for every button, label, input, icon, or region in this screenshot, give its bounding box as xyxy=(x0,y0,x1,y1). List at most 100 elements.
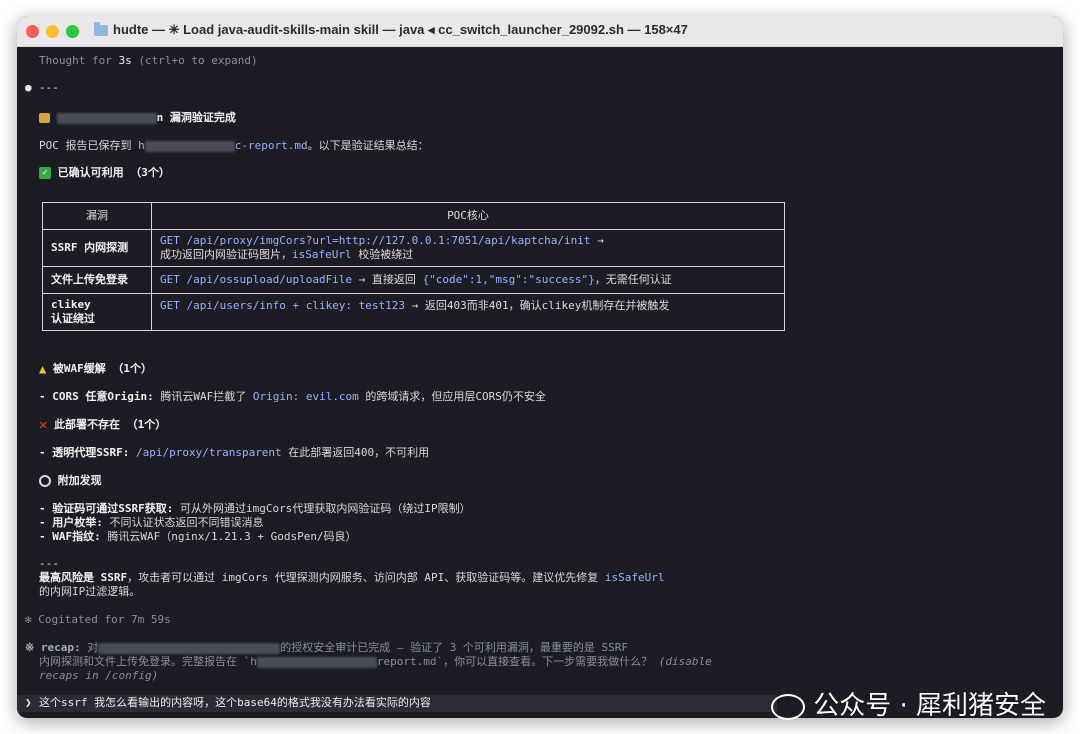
poc-text: → 直接返回 xyxy=(352,273,423,286)
recap-text: 对 xyxy=(80,641,99,654)
section-heading: n 漏洞验证完成 xyxy=(39,111,236,125)
prompt-symbol: ❯ xyxy=(25,696,32,709)
waf-item: - CORS 任意Origin: 腾讯云WAF拦截了 Origin: evil.… xyxy=(39,390,546,404)
extra-heading: 附加发现 xyxy=(39,474,102,488)
recap-line: ※ recap: 对 的授权安全审计已完成 — 验证了 3 个可利用漏洞，最重要的… xyxy=(25,641,628,655)
terminal-content[interactable]: Thought for 3s (ctrl+o to expand) ● --- … xyxy=(17,47,1063,718)
check-icon: ✓ xyxy=(39,167,51,179)
poc-text: → 返回403而非401，确认clikey机制存在并被触发 xyxy=(405,299,670,312)
thought-time: 3s xyxy=(118,54,132,67)
table-cell-vuln: SSRF 内网探测 xyxy=(42,229,152,267)
table-cell-vuln: clikey 认证绕过 xyxy=(42,293,152,331)
close-button[interactable] xyxy=(26,25,39,38)
poc-path-end[interactable]: c-report.md xyxy=(235,139,308,152)
title-bar: hudte — ✳ Load java-audit-skills-main sk… xyxy=(17,16,1063,47)
thought-label: Thought for xyxy=(39,54,112,67)
poc-saved-suffix: 。以下是验证结果总结： xyxy=(307,139,429,152)
waf-item-label: - CORS 任意Origin: xyxy=(39,390,154,403)
heading-text: n 漏洞验证完成 xyxy=(156,111,236,124)
table-header: POC核心 xyxy=(151,202,785,230)
code-text: {"code":1,"msg":"success"} xyxy=(422,273,595,286)
zoom-button[interactable] xyxy=(66,25,79,38)
extra-item-label: - 验证码可通过SSRF获取: xyxy=(39,502,174,515)
absent-heading: ✕ 此部署不存在 （1个） xyxy=(39,418,166,432)
extra-item: - WAF指纹: 腾讯云WAF（nginx/1.21.3 + GodsPen/码… xyxy=(39,530,357,544)
table-row: SSRF 内网探测 GET /api/proxy/imgCors?url=htt… xyxy=(42,229,785,267)
summary-line-2: 的内网IP过滤逻辑。 xyxy=(39,585,141,598)
extra-item-label: - 用户枚举: xyxy=(39,516,103,529)
code-text: GET /api/users/info + clikey: test123 xyxy=(160,299,406,312)
poc-text: 成功返回内网验证码图片， xyxy=(160,248,292,261)
waf-item-text: 腾讯云WAF拦截了 xyxy=(153,390,253,403)
recap-text: report.md`，你可以直接查看。下一步需要我做什么？ xyxy=(376,655,653,668)
extra-item-text: 不同认证状态返回不同错误消息 xyxy=(102,516,264,529)
waf-item-text: 的跨域请求，但应用层CORS仍不安全 xyxy=(358,390,546,403)
absent-item-label: - 透明代理SSRF: xyxy=(39,446,130,459)
code-text: GET /api/ossupload/uploadFile xyxy=(160,273,353,286)
thought-line[interactable]: Thought for 3s (ctrl+o to expand) xyxy=(39,54,258,68)
table-cell-poc: GET /api/proxy/imgCors?url=http://127.0.… xyxy=(151,229,785,267)
summary-line: 最高风险是 SSRF，攻击者可以通过 imgCors 代理探测内网服务、访问内部… xyxy=(39,571,664,585)
table-header-row: 漏洞 POC核心 xyxy=(42,202,785,230)
vulnerability-table: 漏洞 POC核心 SSRF 内网探测 GET /api/proxy/imgCor… xyxy=(42,202,785,331)
poc-saved-prefix: POC 报告已保存到 xyxy=(39,139,132,152)
cross-icon: ✕ xyxy=(39,417,48,433)
extra-item: - 验证码可通过SSRF获取: 可从外网通过imgCors代理获取内网验证码（绕… xyxy=(39,502,471,516)
prompt-text[interactable]: 这个ssrf 我怎么看输出的内容呀，这个base64的格式我没有办法看实际的内容 xyxy=(39,696,431,710)
summary-bold: 最高风险是 SSRF xyxy=(39,571,128,584)
recap-text: 内网探测和文件上传免登录。完整报告在 `h xyxy=(39,655,257,668)
code-text: Origin: evil.com xyxy=(252,390,359,403)
redacted-block xyxy=(256,656,377,668)
horizontal-rule: --- xyxy=(39,81,59,94)
cogitated-line: ✻ Cogitated for 7m 59s xyxy=(25,613,171,626)
recap-line-3: recaps in /config) xyxy=(39,669,159,682)
search-icon xyxy=(39,475,51,487)
table-header: 漏洞 xyxy=(42,202,152,230)
code-text: GET /api/proxy/imgCors?url=http://127.0.… xyxy=(160,234,591,247)
horizontal-rule: --- xyxy=(39,557,59,570)
window-title: hudte — ✳ Load java-audit-skills-main sk… xyxy=(113,22,688,37)
recap-disable-hint: (disable xyxy=(658,655,712,668)
extra-heading-text: 附加发现 xyxy=(57,474,102,487)
waf-heading-text: 被WAF缓解 （1个） xyxy=(52,362,152,375)
code-text: isSafeUrl xyxy=(604,571,665,584)
wechat-icon xyxy=(771,693,806,720)
extra-item-text: 腾讯云WAF（nginx/1.21.3 + GodsPen/码良） xyxy=(100,530,357,543)
vuln-name: 认证绕过 xyxy=(51,312,95,325)
warning-icon: ▲ xyxy=(39,362,47,376)
poc-text: 校验被绕过 xyxy=(351,248,414,261)
recap-text: 的授权安全审计已完成 — 验证了 3 个可利用漏洞，最重要的是 SSRF xyxy=(280,641,629,654)
folder-icon xyxy=(94,22,108,36)
poc-saved-line: POC 报告已保存到 h c-report.md。以下是验证结果总结： xyxy=(39,139,429,153)
minimize-button[interactable] xyxy=(46,25,59,38)
extra-item-text: 可从外网通过imgCors代理获取内网验证码（绕过IP限制） xyxy=(173,502,471,515)
lock-icon xyxy=(39,113,50,123)
recap-line-2: 内网探测和文件上传免登录。完整报告在 `h report.md`，你可以直接查看。… xyxy=(39,655,712,669)
code-text: isSafeUrl xyxy=(292,248,352,261)
confirmed-heading: ✓ 已确认可利用 （3个） xyxy=(39,166,170,180)
redacted-block xyxy=(144,140,235,152)
vuln-name: clikey xyxy=(51,298,91,311)
redacted-block xyxy=(56,112,157,124)
prompt-input[interactable]: ❯ 这个ssrf 我怎么看输出的内容呀，这个base64的格式我没有办法看实际的… xyxy=(17,695,777,712)
poc-path-start[interactable]: h xyxy=(138,139,145,152)
thought-hint: (ctrl+o to expand) xyxy=(138,54,258,67)
code-text: /api/proxy/transparent xyxy=(129,446,282,459)
extra-item-label: - WAF指纹: xyxy=(39,530,101,543)
recap-label: ※ recap: xyxy=(25,641,81,654)
table-row: 文件上传免登录 GET /api/ossupload/uploadFile → … xyxy=(42,266,785,294)
table-cell-poc: GET /api/users/info + clikey: test123 → … xyxy=(151,293,785,331)
arrow-text: → xyxy=(590,234,604,247)
watermark-text: 公众号 · 犀利猪安全 xyxy=(813,691,1046,721)
absent-heading-text: 此部署不存在 （1个） xyxy=(54,418,167,431)
waf-heading: ▲ 被WAF缓解 （1个） xyxy=(39,362,152,376)
bullet: ● xyxy=(25,81,32,94)
table-row: clikey 认证绕过 GET /api/users/info + clikey… xyxy=(42,293,785,331)
watermark: 公众号 · 犀利猪安全 xyxy=(771,685,1046,722)
table-cell-poc: GET /api/ossupload/uploadFile → 直接返回 {"c… xyxy=(151,266,785,294)
summary-text: ，攻击者可以通过 imgCors 代理探测内网服务、访问内部 API、获取验证码… xyxy=(127,571,605,584)
absent-item: - 透明代理SSRF: /api/proxy/transparent 在此部署返… xyxy=(39,446,429,460)
redacted-block xyxy=(98,642,281,654)
poc-text: ，无需任何认证 xyxy=(594,273,672,286)
absent-item-text: 在此部署返回400，不可利用 xyxy=(281,446,430,459)
